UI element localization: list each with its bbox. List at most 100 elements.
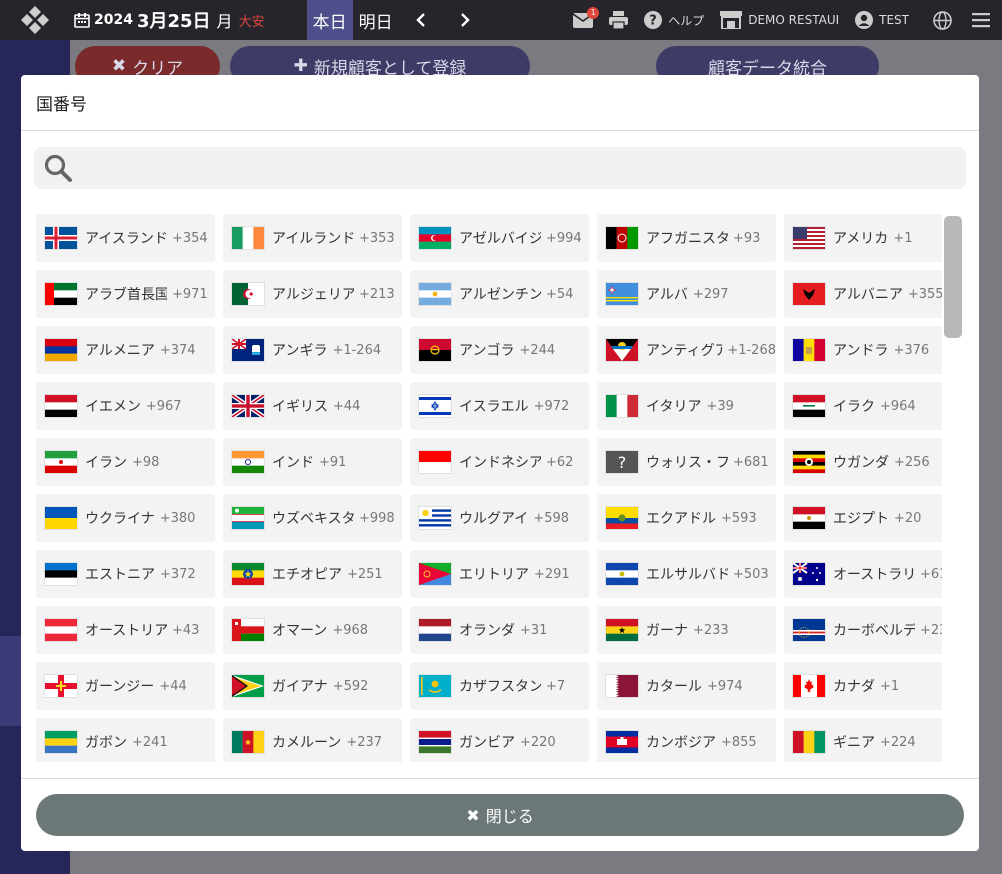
country-option[interactable]: ウクライナ +380 bbox=[36, 494, 215, 542]
country-name: オーストラリア bbox=[833, 567, 915, 583]
country-option[interactable]: カンボジア +855 bbox=[597, 718, 776, 762]
italy-flag-icon bbox=[606, 395, 638, 417]
country-option[interactable]: エチオピア +251 bbox=[223, 550, 402, 598]
kazakhstan-flag-icon bbox=[419, 675, 451, 697]
country-option[interactable]: イタリア +39 bbox=[597, 382, 776, 430]
country-code: +93 bbox=[733, 230, 761, 246]
country-option[interactable]: ガボン +241 bbox=[36, 718, 215, 762]
country-code: +20 bbox=[894, 510, 922, 526]
yemen-flag-icon bbox=[45, 395, 77, 417]
country-name: ガーンジー bbox=[85, 679, 155, 695]
country-option[interactable]: ウズベキスタン +998 bbox=[223, 494, 402, 542]
modal-title: 国番号 bbox=[36, 95, 87, 115]
country-name: ウガンダ bbox=[833, 455, 889, 471]
date-day: 3月25日 bbox=[136, 11, 211, 32]
country-name: エクアドル bbox=[646, 511, 716, 527]
country-option[interactable]: オマーン +968 bbox=[223, 606, 402, 654]
app-logo-icon[interactable] bbox=[0, 0, 70, 40]
country-option[interactable]: アイスランド +354 bbox=[36, 214, 215, 262]
country-option[interactable]: アルジェリア +213 bbox=[223, 270, 402, 318]
country-option[interactable]: イラク +964 bbox=[784, 382, 942, 430]
country-option[interactable]: エリトリア +291 bbox=[410, 550, 589, 598]
country-option[interactable]: アルバニア +355 bbox=[784, 270, 942, 318]
country-code: +372 bbox=[160, 566, 196, 582]
country-option[interactable]: アラブ首長国連邦 +971 bbox=[36, 270, 215, 318]
next-day-button[interactable] bbox=[443, 0, 487, 40]
prev-day-button[interactable] bbox=[399, 0, 443, 40]
uganda-flag-icon bbox=[793, 451, 825, 473]
country-option[interactable]: ウガンダ +256 bbox=[784, 438, 942, 486]
country-option[interactable]: ? ウォリス・フツナ +681 bbox=[597, 438, 776, 486]
elsalvador-flag-icon bbox=[606, 563, 638, 585]
country-option[interactable]: カタール +974 bbox=[597, 662, 776, 710]
country-name: オーストリア bbox=[85, 623, 167, 639]
country-option[interactable]: アンギラ +1-264 bbox=[223, 326, 402, 374]
country-code: +98 bbox=[132, 454, 160, 470]
country-option[interactable]: インドネシア +62 bbox=[410, 438, 589, 486]
country-option[interactable]: オーストリア +43 bbox=[36, 606, 215, 654]
help-icon: ? bbox=[644, 11, 663, 29]
country-code: +374 bbox=[159, 342, 196, 358]
today-button[interactable]: 本日 bbox=[306, 0, 353, 40]
capeverde-flag-icon bbox=[793, 619, 825, 641]
language-button[interactable] bbox=[933, 10, 952, 30]
country-option[interactable]: ガーナ +233 bbox=[597, 606, 776, 654]
country-option[interactable]: アゼルバイジャン +994 bbox=[410, 214, 589, 262]
date-display[interactable]: 2024 3月25日 月 大安 bbox=[70, 0, 307, 40]
country-name: ガーナ bbox=[646, 623, 688, 639]
scrollbar[interactable] bbox=[942, 214, 964, 762]
country-option[interactable]: ウルグアイ +598 bbox=[410, 494, 589, 542]
country-option[interactable]: アンゴラ +244 bbox=[410, 326, 589, 374]
country-option[interactable]: カメルーン +237 bbox=[223, 718, 402, 762]
country-option[interactable]: イラン +98 bbox=[36, 438, 215, 486]
country-option[interactable]: ガイアナ +592 bbox=[223, 662, 402, 710]
user-button[interactable]: TEST bbox=[855, 11, 909, 29]
search-input[interactable] bbox=[80, 148, 966, 188]
country-name: アフガニスタン bbox=[646, 231, 728, 247]
country-option[interactable]: アルメニア +374 bbox=[36, 326, 215, 374]
help-button[interactable]: ? ヘルプ bbox=[644, 11, 704, 29]
scrollbar-thumb[interactable] bbox=[944, 216, 962, 338]
country-option[interactable]: インド +91 bbox=[223, 438, 402, 486]
country-option[interactable]: カナダ +1 bbox=[784, 662, 942, 710]
calendar-icon bbox=[74, 13, 90, 28]
tomorrow-button[interactable]: 明日 bbox=[353, 0, 399, 40]
menu-button[interactable] bbox=[972, 12, 990, 28]
country-option[interactable]: ガンビア +220 bbox=[410, 718, 589, 762]
country-option[interactable]: アンドラ +376 bbox=[784, 326, 942, 374]
print-button[interactable] bbox=[609, 11, 629, 29]
country-option[interactable]: カーボベルデ +238 bbox=[784, 606, 942, 654]
algeria-flag-icon bbox=[232, 283, 264, 305]
country-option[interactable]: オランダ +31 bbox=[410, 606, 589, 654]
country-option[interactable]: エストニア +372 bbox=[36, 550, 215, 598]
country-name: アルゼンチン bbox=[459, 287, 541, 303]
search-box[interactable] bbox=[34, 147, 966, 189]
close-button[interactable]: ✖ 閉じる bbox=[36, 794, 964, 836]
country-option[interactable]: エジプト +20 bbox=[784, 494, 942, 542]
country-code: +7 bbox=[546, 678, 566, 694]
country-option[interactable]: アフガニスタン +93 bbox=[597, 214, 776, 262]
date-weekday: 月 bbox=[216, 12, 233, 31]
country-option[interactable]: ギニア +224 bbox=[784, 718, 942, 762]
hamburger-icon bbox=[972, 13, 990, 28]
country-option[interactable]: アルバ +297 bbox=[597, 270, 776, 318]
store-button[interactable]: DEMO RESTAUI bbox=[720, 11, 839, 29]
country-option[interactable]: アンティグア・バーブーダ+1-268 bbox=[597, 326, 776, 374]
country-option[interactable]: イギリス +44 bbox=[223, 382, 402, 430]
country-option[interactable]: イエメン +967 bbox=[36, 382, 215, 430]
country-option[interactable]: アイルランド +353 bbox=[223, 214, 402, 262]
country-option[interactable]: エルサルバドル +503 bbox=[597, 550, 776, 598]
country-name: イエメン bbox=[85, 399, 141, 415]
country-code: +237 bbox=[346, 734, 383, 750]
country-option[interactable]: アメリカ +1 bbox=[784, 214, 942, 262]
country-code: +224 bbox=[880, 734, 916, 750]
country-option[interactable]: カザフスタン +7 bbox=[410, 662, 589, 710]
mail-button[interactable]: 1 bbox=[573, 6, 600, 28]
country-name: イタリア bbox=[646, 399, 702, 415]
country-option[interactable]: アルゼンチン +54 bbox=[410, 270, 589, 318]
country-option[interactable]: ガーンジー +44 bbox=[36, 662, 215, 710]
country-option[interactable]: イスラエル +972 bbox=[410, 382, 589, 430]
country-option[interactable]: オーストラリア +61 bbox=[784, 550, 942, 598]
azerbaijan-flag-icon bbox=[419, 227, 451, 249]
country-option[interactable]: エクアドル +593 bbox=[597, 494, 776, 542]
